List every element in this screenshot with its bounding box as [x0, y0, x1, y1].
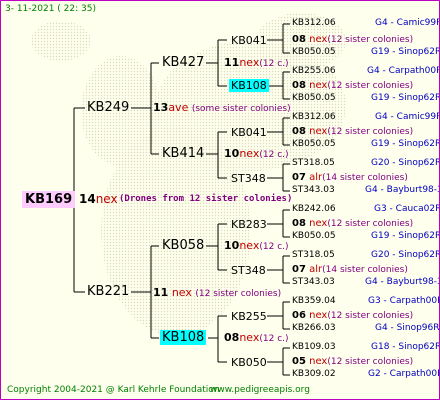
gen2-1-mating: 11nex(12 c.) — [224, 56, 289, 69]
gen3-e-mating: 08 nex(12 sister colonies) — [292, 218, 414, 229]
gen1-queen-top: KB249 — [87, 100, 130, 115]
root-queen-mark: 14 — [79, 192, 96, 206]
gen3-h-mating: 05 nex(12 sister colonies) — [292, 356, 414, 367]
gen4-queen: KB312.06 — [292, 112, 336, 122]
gen3-g-mating: 06 nex(12 sister colonies) — [292, 310, 414, 321]
gen4-queen: KB050.05 — [292, 231, 336, 241]
gen4-queen: ST318.05 — [292, 158, 335, 168]
gen4-queen: KB255.06 — [292, 66, 336, 76]
gen3-queen-a: KB041 — [231, 34, 267, 47]
website-link[interactable]: www.pedigreeapis.org — [210, 386, 310, 395]
gen3-queen-b: KB108 — [229, 79, 269, 92]
gen3-queen-e: KB283 — [231, 218, 267, 231]
gen3-b-mating: 08 nex(12 sister colonies) — [292, 80, 414, 91]
gen4-location: G3 - Cauca02R — [374, 204, 440, 214]
copyright-text: Copyright 2004-2021 @ Karl Kehrle Founda… — [7, 385, 220, 395]
gen1-queen-bottom: KB221 — [87, 284, 130, 299]
gen4-location: G19 - Sinop62R — [371, 93, 440, 103]
gen4-location: G19 - Sinop62R — [371, 47, 440, 57]
gen2-4-mating: 08nex(12 c.) — [224, 331, 289, 344]
gen4-queen: KB050.05 — [292, 93, 336, 103]
root-queen: KB169 — [22, 191, 76, 208]
gen3-d-mating: 07 alr(14 sister colonies) — [292, 172, 408, 183]
gen4-queen: KB109.03 — [292, 342, 336, 352]
gen3-queen-c: KB041 — [231, 126, 267, 139]
root-queen-name: KB169 — [22, 191, 76, 208]
gen3-queen-f: ST348 — [231, 264, 266, 277]
gen4-location: G20 - Sinop62R — [371, 158, 440, 168]
date-stamp: 3- 11-2021 ( 22: 35) — [5, 4, 96, 14]
root-queen-mating: 14nex — [79, 193, 118, 205]
gen2-queen-3: KB058 — [162, 238, 205, 253]
gen4-location: G4 - Camic99R — [375, 18, 440, 28]
gen2-queen-4: KB108 — [160, 330, 207, 345]
gen4-location: G4 - Carpath00R — [367, 66, 440, 76]
gen2-queen-2: KB414 — [162, 146, 205, 161]
gen4-queen: KB050.05 — [292, 139, 336, 149]
gen4-queen: ST343.03 — [292, 277, 335, 287]
gen4-location: G4 - Bayburt98-3 — [365, 277, 440, 287]
gen4-queen: KB309.02 — [292, 369, 336, 379]
gen3-queen-h: KB050 — [231, 356, 267, 369]
gen4-location: G18 - Sinop62R — [371, 342, 440, 352]
gen4-queen: KB359.04 — [292, 296, 336, 306]
gen3-a-mating: 08 nex(12 sister colonies) — [292, 34, 414, 45]
gen2-queen-1: KB427 — [162, 55, 205, 70]
gen3-c-mating: 08 nex(12 sister colonies) — [292, 126, 414, 137]
gen4-queen: KB312.06 — [292, 18, 336, 28]
gen4-queen: KB242.06 — [292, 204, 336, 214]
gen4-location: G4 - Bayburt98-3 — [365, 185, 440, 195]
gen4-location: G19 - Sinop62R — [371, 231, 440, 241]
gen4-location: G3 - Carpath00R — [368, 296, 440, 306]
gen3-f-mating: 07 alr(14 sister colonies) — [292, 264, 408, 275]
gen2-2-mating: 10nex(12 c.) — [224, 147, 289, 160]
gen4-location: G2 - Carpath00R — [368, 369, 440, 379]
gen4-queen: KB266.03 — [292, 323, 336, 333]
gen4-queen: ST343.03 — [292, 185, 335, 195]
gen4-queen: KB050.05 — [292, 47, 336, 57]
gen4-location: G4 - Sinop96R — [375, 323, 440, 333]
gen2-3-mating: 10nex(12 c.) — [224, 239, 289, 252]
gen3-queen-g: KB255 — [231, 310, 267, 323]
gen3-queen-d: ST348 — [231, 172, 266, 185]
gen4-location: G20 - Sinop62R — [371, 250, 440, 260]
gen4-location: G4 - Camic99R — [375, 112, 440, 122]
gen1-bottom-mating: 11 nex (12 sister colonies) — [153, 286, 282, 299]
root-drones-note: (Drones from 12 sister colonies) — [119, 194, 293, 204]
gen4-queen: ST318.05 — [292, 250, 335, 260]
gen4-location: G19 - Sinop62R — [371, 139, 440, 149]
pedigree-chart: 3- 11-2021 ( 22: 35) KB169 14nex (Drones… — [0, 0, 440, 400]
root-queen-type: nex — [95, 192, 118, 206]
gen1-top-mating: 13ave (some sister colonies) — [153, 101, 291, 114]
